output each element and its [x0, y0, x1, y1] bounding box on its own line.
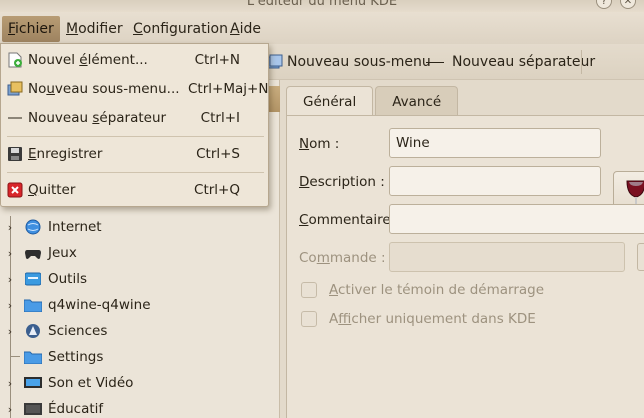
tree-item-educatif[interactable]: › Éducatif: [0, 396, 278, 418]
separator-line-icon: [7, 110, 23, 126]
expand-arrow-icon[interactable]: ›: [0, 403, 20, 416]
name-input[interactable]: Wine: [389, 128, 601, 158]
menu-separator: [7, 172, 264, 173]
expand-arrow-icon[interactable]: ›: [0, 221, 20, 234]
help-icon: ?: [601, 0, 607, 7]
tree-item-jeux[interactable]: › Jeux: [0, 240, 278, 266]
name-label: Nom :: [299, 136, 340, 152]
folder-icon: [24, 349, 42, 365]
toolbar-divider: [581, 50, 582, 74]
menu-item-save[interactable]: Enregistrer Ctrl+S: [1, 140, 268, 168]
save-icon: [7, 146, 23, 162]
window-title: L'éditeur du menu KDE: [246, 0, 398, 9]
startup-feedback-row[interactable]: Activer le témoin de démarrage: [301, 282, 544, 298]
command-label: Commande :: [299, 250, 386, 266]
globe-icon: [24, 219, 42, 235]
expand-arrow-icon[interactable]: ›: [0, 377, 20, 390]
expand-arrow-icon[interactable]: ›: [0, 325, 20, 338]
general-panel: Nom : Wine Description : Commentaire : C…: [286, 115, 644, 418]
menu-separator: [7, 136, 264, 137]
menubar: Fichier Modifier Configuration Aide: [0, 12, 644, 44]
window-titlebar: L'éditeur du menu KDE ? ✕: [0, 0, 644, 12]
new-submenu-button[interactable]: Nouveau sous-menu: [266, 50, 431, 74]
menu-item-new-separator[interactable]: Nouveau séparateur Ctrl+I: [1, 104, 268, 132]
folder-icon: [24, 297, 42, 313]
startup-feedback-checkbox[interactable]: [301, 282, 317, 298]
kde-only-checkbox[interactable]: [301, 311, 317, 327]
kde-only-label: Afficher uniquement dans KDE: [329, 311, 536, 327]
tools-icon: [24, 271, 42, 287]
science-icon: [24, 323, 42, 339]
description-input[interactable]: [389, 166, 601, 196]
gamepad-icon: [24, 245, 42, 261]
tree-item-outils[interactable]: › Outils: [0, 266, 278, 292]
menu-item-quit[interactable]: Quitter Ctrl+Q: [1, 176, 268, 204]
tree-item-settings[interactable]: Settings: [0, 344, 278, 370]
multimedia-icon: [24, 375, 42, 391]
expand-arrow-icon[interactable]: ›: [0, 299, 20, 312]
browse-command-button[interactable]: [637, 243, 644, 271]
tree-item-sciences[interactable]: › Sciences: [0, 318, 278, 344]
new-separator-button[interactable]: Nouveau séparateur: [426, 50, 595, 74]
description-label: Description :: [299, 174, 385, 190]
tab-bar: Général Avancé: [286, 86, 460, 116]
tree-item-son-video[interactable]: › Son et Vidéo: [0, 370, 278, 396]
entry-editor: Général Avancé Nom : Wine Description : …: [284, 80, 644, 418]
quit-icon: [7, 182, 23, 198]
separator-line-icon: [426, 61, 444, 63]
tree-item-internet[interactable]: › Internet: [0, 214, 278, 240]
command-input[interactable]: [389, 242, 625, 272]
menu-fichier[interactable]: Fichier: [2, 16, 60, 42]
startup-feedback-label: Activer le témoin de démarrage: [329, 282, 545, 298]
menu-item-new-submenu[interactable]: Nouveau sous-menu... Ctrl+Maj+N: [1, 75, 268, 103]
kde-only-row[interactable]: Afficher uniquement dans KDE: [301, 311, 536, 327]
menu-item-new-item[interactable]: Nouvel élément... Ctrl+N: [1, 46, 268, 74]
menu-aide[interactable]: Aide: [224, 16, 267, 42]
tree-item-q4wine[interactable]: › q4wine-q4wine: [0, 292, 278, 318]
expand-arrow-icon[interactable]: ›: [0, 273, 20, 286]
tab-general[interactable]: Général: [286, 86, 374, 116]
expand-arrow-icon[interactable]: ›: [0, 247, 20, 260]
tab-avance[interactable]: Avancé: [375, 86, 459, 116]
education-icon: [24, 401, 42, 417]
menu-configuration[interactable]: Configuration: [127, 16, 234, 42]
comment-input[interactable]: [389, 204, 644, 234]
new-submenu-icon: [7, 81, 23, 97]
new-item-icon: [7, 52, 23, 68]
menu-modifier[interactable]: Modifier: [60, 16, 129, 42]
comment-label: Commentaire :: [299, 212, 400, 228]
close-icon: ✕: [623, 0, 633, 7]
file-menu-dropdown: Nouvel élément... Ctrl+N Nouveau sous-me…: [0, 43, 269, 207]
